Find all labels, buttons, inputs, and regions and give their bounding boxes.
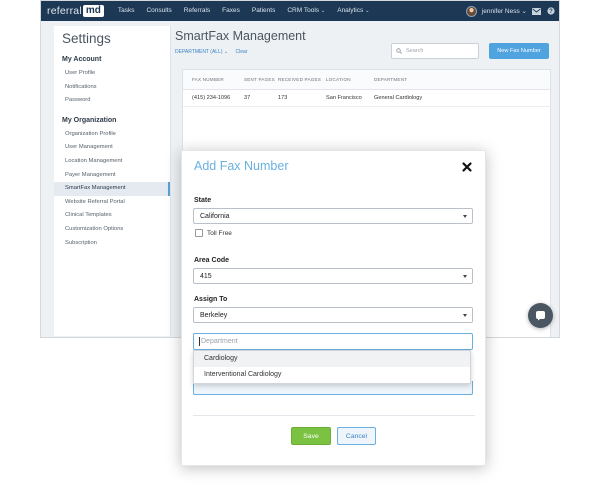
- sidebar-item-smartfax-management[interactable]: SmartFax Management: [54, 182, 170, 196]
- avatar[interactable]: [465, 5, 477, 17]
- department-option-cardiology[interactable]: Cardiology: [194, 351, 470, 367]
- referralmd-logo[interactable]: referral md: [47, 5, 104, 17]
- col-fax-number[interactable]: FAX NUMBER: [183, 77, 244, 82]
- department-input[interactable]: [201, 338, 451, 345]
- cell-sent-pages: 37: [244, 95, 251, 101]
- svg-text:?: ?: [549, 9, 553, 15]
- area-code-label: Area Code: [194, 257, 230, 264]
- cell-fax-number: (415) 234-1096: [192, 95, 231, 101]
- logo-text-right: md: [82, 5, 104, 17]
- area-code-select[interactable]: 415: [193, 268, 473, 284]
- chat-button[interactable]: [528, 303, 553, 328]
- main-nav: Tasks Consults Referrals Faxes Patients …: [112, 1, 376, 21]
- add-fax-number-modal: Add Fax Number State California Toll Fre…: [181, 150, 486, 466]
- sidebar-item-notifications[interactable]: Notifications: [54, 81, 170, 95]
- sidebar-item-organization-profile[interactable]: Organization Profile: [54, 128, 170, 142]
- help-icon[interactable]: ?: [546, 7, 555, 16]
- col-location[interactable]: LOCATION: [326, 77, 374, 82]
- state-select[interactable]: California: [193, 208, 473, 224]
- col-sent-pages[interactable]: SENT PAGES: [244, 77, 278, 82]
- state-value: California: [200, 212, 230, 220]
- save-button[interactable]: Save: [291, 427, 331, 445]
- logo-text-left: referral: [47, 5, 82, 17]
- cancel-button[interactable]: Cancel: [337, 427, 376, 445]
- text-cursor: [199, 337, 200, 346]
- sidebar-item-subscription[interactable]: Subscription: [54, 237, 170, 251]
- assign-to-value: Berkeley: [200, 311, 228, 319]
- settings-title: Settings: [62, 31, 111, 46]
- state-label: State: [194, 197, 212, 204]
- cell-received-pages: 173: [278, 95, 288, 101]
- chevron-down-icon: [463, 314, 467, 317]
- search-icon: [396, 48, 402, 54]
- user-menu[interactable]: jennifer Ness ⌄: [482, 7, 527, 15]
- toll-free-label: Toll Free: [207, 229, 232, 237]
- top-navigation-bar: referral md Tasks Consults Referrals Fax…: [41, 1, 559, 21]
- user-area: jennifer Ness ⌄ ?: [465, 1, 555, 21]
- my-account-heading: My Account: [62, 56, 102, 63]
- chevron-down-icon: ⌄: [321, 8, 326, 14]
- nav-tasks[interactable]: Tasks: [112, 1, 141, 21]
- settings-sidebar: Settings My Account User Profile Notific…: [54, 26, 171, 336]
- nav-crm-tools[interactable]: CRM Tools ⌄: [281, 1, 331, 21]
- cell-department: General Cardiology: [374, 95, 423, 101]
- assign-to-select[interactable]: Berkeley: [193, 307, 473, 323]
- close-icon[interactable]: [461, 160, 473, 172]
- sidebar-item-location-management[interactable]: Location Management: [54, 155, 170, 169]
- sidebar-item-password[interactable]: Password: [54, 94, 170, 108]
- area-code-value: 415: [200, 272, 212, 280]
- toll-free-checkbox[interactable]: [195, 229, 203, 237]
- mail-icon[interactable]: [532, 7, 541, 16]
- sidebar-item-customization-options[interactable]: Customization Options: [54, 223, 170, 237]
- chevron-down-icon: [463, 215, 467, 218]
- table-row[interactable]: (415) 234-1096 37 173 San Francisco Gene…: [183, 90, 550, 107]
- col-department[interactable]: DEPARTMENT: [374, 77, 494, 82]
- modal-title: Add Fax Number: [194, 159, 289, 173]
- my-organization-heading: My Organization: [62, 116, 117, 124]
- nav-analytics[interactable]: Analytics ⌄: [331, 1, 375, 21]
- col-received-pages[interactable]: RECEIVED PAGES: [278, 77, 326, 82]
- filter-row: DEPARTMENT (ALL) ⌄ Clear: [175, 49, 247, 55]
- cell-location: San Francisco: [326, 95, 362, 101]
- nav-faxes[interactable]: Faxes: [216, 1, 246, 21]
- department-dropdown: Cardiology Interventional Cardiology: [193, 350, 471, 384]
- nav-patients[interactable]: Patients: [246, 1, 282, 21]
- clear-filter-link[interactable]: Clear: [235, 49, 247, 55]
- nav-referrals[interactable]: Referrals: [178, 1, 216, 21]
- department-filter[interactable]: DEPARTMENT (ALL) ⌄: [175, 49, 228, 55]
- department-field[interactable]: [193, 333, 473, 350]
- sidebar-item-payer-management[interactable]: Payer Management: [54, 169, 170, 183]
- department-option-interventional-cardiology[interactable]: Interventional Cardiology: [194, 367, 470, 383]
- sidebar-item-clinical-templates[interactable]: Clinical Templates: [54, 209, 170, 223]
- chevron-down-icon: [463, 275, 467, 278]
- assign-to-label: Assign To: [194, 296, 228, 303]
- search-box[interactable]: [391, 43, 479, 59]
- sidebar-item-user-profile[interactable]: User Profile: [54, 67, 170, 81]
- toll-free-option[interactable]: Toll Free: [195, 229, 232, 237]
- sidebar-item-user-management[interactable]: User Management: [54, 141, 170, 155]
- table-header: FAX NUMBER SENT PAGES RECEIVED PAGES LOC…: [183, 70, 550, 90]
- chat-icon: [536, 311, 545, 321]
- new-fax-number-button[interactable]: New Fax Number: [489, 43, 549, 59]
- nav-consults[interactable]: Consults: [140, 1, 177, 21]
- modal-divider: [193, 415, 475, 416]
- search-input[interactable]: [406, 48, 476, 54]
- page-title: SmartFax Management: [175, 29, 306, 43]
- chevron-down-icon: ⌄: [365, 8, 370, 14]
- sidebar-item-website-referral-portal[interactable]: Website Referral Portal: [54, 196, 170, 210]
